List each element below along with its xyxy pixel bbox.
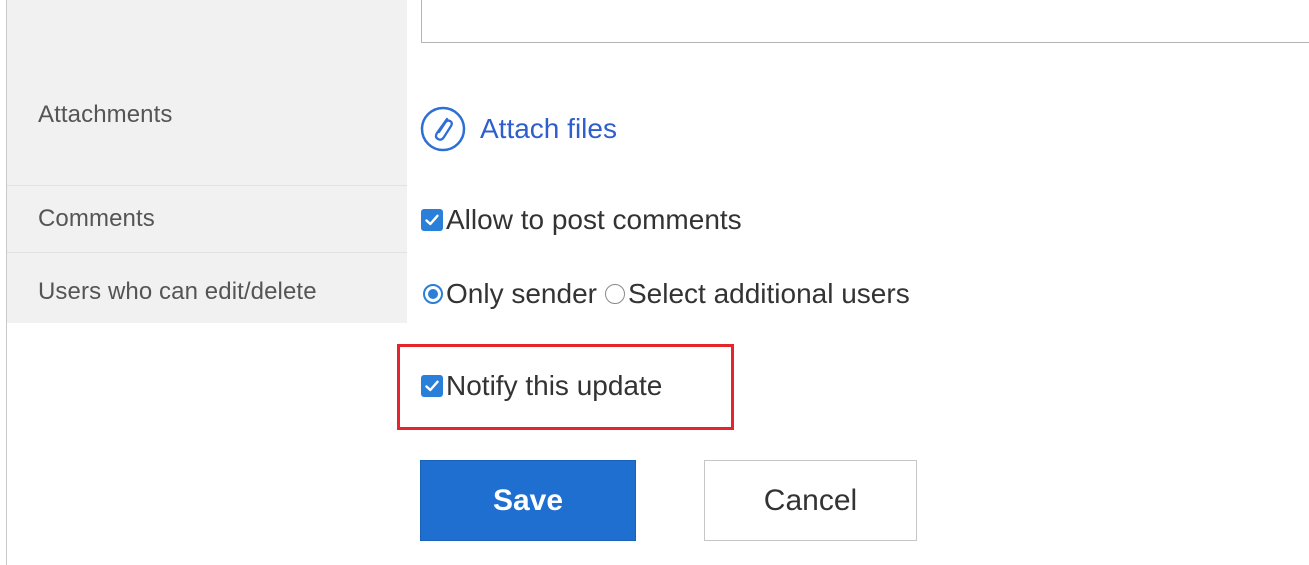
highlight-box bbox=[397, 344, 734, 430]
checkmark-icon bbox=[425, 214, 439, 226]
row-divider bbox=[7, 252, 407, 253]
save-button[interactable]: Save bbox=[420, 460, 636, 541]
attach-files-label: Attach files bbox=[480, 113, 617, 144]
cancel-button[interactable]: Cancel bbox=[704, 460, 917, 541]
paperclip-icon bbox=[420, 106, 466, 152]
allow-comments-checkbox[interactable] bbox=[421, 209, 443, 231]
editors-label: Users who can edit/delete bbox=[38, 278, 317, 305]
only-sender-radio[interactable] bbox=[423, 284, 443, 304]
editors-options: Only sender Select additional users bbox=[423, 278, 910, 310]
post-form: Attachments Comments Users who can edit/… bbox=[0, 0, 1309, 565]
attachments-label: Attachments bbox=[38, 101, 173, 128]
row-divider bbox=[7, 185, 407, 186]
label-cell-previous bbox=[7, 0, 407, 60]
allow-comments-label[interactable]: Allow to post comments bbox=[446, 204, 742, 236]
comments-option: Allow to post comments bbox=[421, 204, 742, 236]
only-sender-label[interactable]: Only sender bbox=[446, 278, 597, 310]
select-additional-users-radio[interactable] bbox=[604, 284, 625, 304]
attach-files-link[interactable]: Attach files bbox=[420, 106, 617, 152]
body-textarea[interactable] bbox=[421, 0, 1309, 43]
comments-label: Comments bbox=[38, 205, 155, 232]
select-additional-users-label[interactable]: Select additional users bbox=[628, 278, 910, 310]
